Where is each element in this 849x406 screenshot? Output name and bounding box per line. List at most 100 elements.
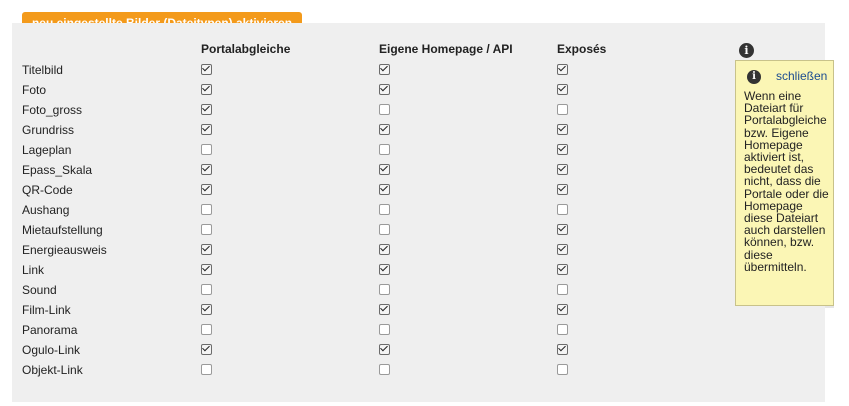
checkbox-exposes[interactable] — [557, 343, 568, 355]
checkbox-homepage-api[interactable] — [379, 224, 390, 235]
checkbox-portalabgleiche[interactable] — [201, 204, 212, 215]
checkbox-portalabgleiche[interactable] — [201, 163, 212, 175]
checkbox-homepage-api[interactable] — [379, 104, 390, 115]
checkbox-exposes[interactable] — [557, 143, 568, 155]
row-label: Link — [22, 263, 45, 277]
checkbox-portalabgleiche[interactable] — [201, 63, 212, 75]
row-label: Foto_gross — [22, 103, 83, 117]
tooltip-info-icon: i — [747, 70, 761, 84]
checkmark-icon — [202, 103, 210, 112]
checkmark-icon — [202, 243, 210, 252]
checkmark-icon — [558, 183, 566, 192]
checkmark-icon — [558, 343, 566, 352]
checkmark-icon — [558, 243, 566, 252]
checkmark-icon — [380, 123, 388, 132]
row-label: Titelbild — [22, 63, 63, 77]
checkbox-portalabgleiche[interactable] — [201, 243, 212, 255]
checkmark-icon — [558, 303, 566, 312]
checkbox-exposes[interactable] — [557, 303, 568, 315]
checkmark-icon — [558, 123, 566, 132]
checkmark-icon — [202, 343, 210, 352]
checkbox-exposes[interactable] — [557, 163, 568, 175]
checkbox-portalabgleiche[interactable] — [201, 303, 212, 315]
checkbox-portalabgleiche[interactable] — [201, 343, 212, 355]
row-label: Foto — [22, 83, 47, 97]
checkmark-icon — [380, 343, 388, 352]
checkbox-exposes[interactable] — [557, 63, 568, 75]
checkbox-portalabgleiche[interactable] — [201, 123, 212, 135]
checkbox-homepage-api[interactable] — [379, 163, 390, 175]
checkmark-icon — [558, 143, 566, 152]
checkmark-icon — [202, 163, 210, 172]
checkmark-icon — [380, 183, 388, 192]
checkbox-homepage-api[interactable] — [379, 123, 390, 135]
row-label: Grundriss — [22, 123, 75, 137]
checkbox-exposes[interactable] — [557, 104, 568, 115]
checkbox-portalabgleiche[interactable] — [201, 364, 212, 375]
checkbox-homepage-api[interactable] — [379, 364, 390, 375]
checkmark-icon — [202, 123, 210, 132]
row-label: Sound — [22, 283, 57, 297]
checkbox-portalabgleiche[interactable] — [201, 83, 212, 95]
checkbox-portalabgleiche[interactable] — [201, 224, 212, 235]
checkmark-icon — [380, 63, 388, 72]
checkbox-exposes[interactable] — [557, 183, 568, 195]
checkbox-exposes[interactable] — [557, 263, 568, 275]
checkbox-portalabgleiche[interactable] — [201, 103, 212, 115]
checkmark-icon — [380, 243, 388, 252]
row-label: Objekt-Link — [22, 363, 83, 377]
checkbox-homepage-api[interactable] — [379, 63, 390, 75]
tooltip-text: Wenn eine Dateiart für Portalabgleiche b… — [744, 89, 829, 274]
checkbox-portalabgleiche[interactable] — [201, 144, 212, 155]
settings-panel — [12, 23, 825, 402]
checkbox-homepage-api[interactable] — [379, 183, 390, 195]
checkbox-portalabgleiche[interactable] — [201, 324, 212, 335]
info-tooltip: i schließen Wenn eine Dateiart für Porta… — [735, 60, 834, 306]
checkmark-icon — [380, 83, 388, 92]
row-label: Energieausweis — [22, 243, 107, 257]
checkbox-homepage-api[interactable] — [379, 263, 390, 275]
checkmark-icon — [202, 303, 210, 312]
checkmark-icon — [558, 163, 566, 172]
checkbox-exposes[interactable] — [557, 83, 568, 95]
row-label: Aushang — [22, 203, 70, 217]
checkbox-homepage-api[interactable] — [379, 324, 390, 335]
checkbox-portalabgleiche[interactable] — [201, 284, 212, 295]
column-header-portalabgleiche: Portalabgleiche — [201, 42, 291, 56]
row-label: Epass_Skala — [22, 163, 93, 177]
row-label: Mietaufstellung — [22, 223, 103, 237]
checkbox-exposes[interactable] — [557, 284, 568, 295]
checkmark-icon — [380, 303, 388, 312]
checkbox-homepage-api[interactable] — [379, 284, 390, 295]
checkbox-exposes[interactable] — [557, 123, 568, 135]
checkmark-icon — [558, 263, 566, 272]
checkbox-homepage-api[interactable] — [379, 83, 390, 95]
checkbox-portalabgleiche[interactable] — [201, 263, 212, 275]
column-header-eigene-homepage: Eigene Homepage / API — [379, 42, 513, 56]
checkmark-icon — [380, 163, 388, 172]
checkmark-icon — [558, 63, 566, 72]
info-icon[interactable]: i — [739, 43, 754, 58]
checkbox-homepage-api[interactable] — [379, 343, 390, 355]
checkbox-exposes[interactable] — [557, 204, 568, 215]
checkbox-homepage-api[interactable] — [379, 243, 390, 255]
checkbox-portalabgleiche[interactable] — [201, 183, 212, 195]
checkbox-exposes[interactable] — [557, 324, 568, 335]
checkbox-homepage-api[interactable] — [379, 144, 390, 155]
checkbox-exposes[interactable] — [557, 223, 568, 235]
checkbox-exposes[interactable] — [557, 243, 568, 255]
close-tooltip-link[interactable]: schließen — [776, 69, 827, 83]
row-label: QR-Code — [22, 183, 73, 197]
checkmark-icon — [202, 263, 210, 272]
checkmark-icon — [558, 223, 566, 232]
column-header-exposes: Exposés — [557, 42, 607, 56]
checkmark-icon — [380, 263, 388, 272]
row-label: Panorama — [22, 323, 78, 337]
checkbox-exposes[interactable] — [557, 364, 568, 375]
checkmark-icon — [558, 83, 566, 92]
row-label: Film-Link — [22, 303, 71, 317]
checkmark-icon — [202, 183, 210, 192]
checkbox-homepage-api[interactable] — [379, 204, 390, 215]
checkbox-homepage-api[interactable] — [379, 303, 390, 315]
row-label: Lageplan — [22, 143, 72, 157]
